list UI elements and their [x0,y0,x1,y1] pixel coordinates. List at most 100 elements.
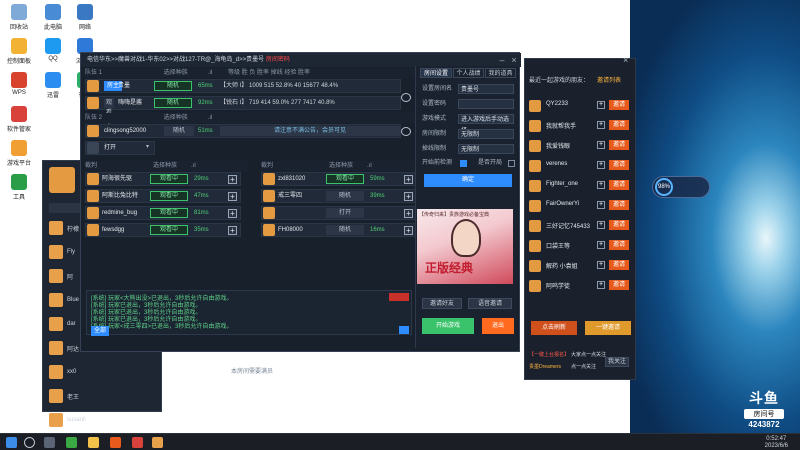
referee-slot[interactable]: FH08000 随机 16ms + [261,223,417,237]
race-select[interactable]: 观看中 [150,191,188,201]
friend-list-item[interactable]: 老王 [49,389,159,407]
add-icon[interactable]: + [404,192,413,201]
setting-input[interactable]: 贵墨号 [458,84,514,94]
desktop-icon[interactable]: 网络 [70,4,100,31]
folder-icon[interactable] [88,437,99,448]
desktop-icon[interactable]: WPS [4,72,34,96]
open-slot[interactable]: 打开 ▾ [85,141,155,155]
start-game-button[interactable]: 开始游戏 [422,318,474,334]
referee-slot[interactable]: 阿海很先驱 观看中 29ms + [85,172,241,186]
minimize-icon[interactable]: – [497,55,507,65]
add-friend-icon[interactable]: + [597,241,605,249]
add-friend-icon[interactable]: + [597,221,605,229]
referee-slot[interactable]: redmine_bug 观看中 81ms + [85,206,241,220]
chat-channel-button[interactable]: 全部 [91,326,110,336]
player-slot[interactable]: 房主 贵墨 随机 65ms 【大师 I】 1009 515 52.8% 40 15677… [85,79,401,93]
warcraft-icon[interactable] [152,437,163,448]
confirm-button[interactable]: 确定 [424,174,512,187]
app-icon[interactable] [132,437,143,448]
race-select[interactable]: 随机 [326,191,364,201]
invite-button[interactable]: 邀请 [609,200,629,210]
tab-my-items[interactable]: 我的道具 [485,68,516,78]
referee-slot[interactable]: zxl831020 观看中 59ms + [261,172,417,186]
setting-input[interactable]: 无限制 [458,129,514,139]
referee-slot[interactable]: 戒三零四 随机 39ms + [261,189,417,203]
ad-banner[interactable]: 【传奇归来】贵族游戏必备宝典 正版经典 [417,209,513,284]
friend-list-item[interactable]: xx0 [49,365,159,383]
check-before-start-checkbox[interactable] [460,160,467,167]
exit-button[interactable]: 退出 [482,318,514,334]
referee-slot[interactable]: 阿斯比兔比特 观看中 47ms + [85,189,241,203]
invite-button[interactable]: 邀请 [609,100,629,110]
add-icon[interactable]: + [228,175,237,184]
race-select[interactable]: 随机 [154,98,192,108]
invite-button[interactable]: 邀请 [609,220,629,230]
add-icon[interactable]: + [404,209,413,218]
race-select[interactable]: 观看中 [150,174,188,184]
add-icon[interactable]: + [404,175,413,184]
tab-room-settings[interactable]: 房间设置 [420,68,452,78]
desktop-icon[interactable]: 游戏平台 [4,140,34,167]
avatar[interactable] [49,167,75,193]
open-checkbox[interactable] [508,160,515,167]
add-friend-icon[interactable]: + [597,101,605,109]
tab-personal-record[interactable]: 个人战绩 [453,68,484,78]
desktop-icon[interactable]: 控制面板 [4,38,34,65]
chat-close-icon[interactable] [389,293,409,301]
close-icon[interactable]: × [623,55,633,65]
task-view-icon[interactable] [44,437,55,448]
add-friend-icon[interactable]: + [597,121,605,129]
voice-invite-button[interactable]: 语音邀请 [468,298,512,309]
referee-slot[interactable]: 打开 + [261,206,417,220]
race-select[interactable]: 打开 [326,208,364,218]
setting-input[interactable]: 无限制 [458,144,514,154]
invite-button[interactable]: 邀请 [609,120,629,130]
race-select[interactable]: 观看中 [150,225,188,235]
race-select[interactable]: 观看中 [326,174,364,184]
setting-input[interactable]: 进入游戏后手动选择 [458,114,514,134]
add-icon[interactable]: + [404,226,413,235]
chevron-down-icon[interactable]: ▾ [146,143,149,150]
follow-button[interactable]: 我关注 [605,357,629,367]
search-icon[interactable] [24,437,35,448]
close-icon[interactable]: × [509,55,519,65]
desktop-icon[interactable]: 迅雷 [38,72,68,99]
invite-list-link[interactable]: 邀请列表 [597,75,621,84]
add-friend-icon[interactable]: + [597,161,605,169]
game-platform-icon[interactable] [110,437,121,448]
invite-button[interactable]: 邀请 [609,140,629,150]
add-friend-icon[interactable]: + [597,141,605,149]
desktop-icon[interactable]: QQ [38,38,68,62]
refresh-button[interactable]: 点击刷新 [531,321,577,335]
system-clock[interactable]: 0:52:47 2023/6/6 [765,436,788,450]
invite-button[interactable]: 邀请 [609,160,629,170]
setting-input[interactable] [458,99,514,109]
invite-button[interactable]: 邀请 [609,280,629,290]
player-slot[interactable]: clingsong52000 随机 51ms 请注意不满公告，会员可见 [85,124,401,138]
race-select[interactable]: 随机 [326,225,364,235]
invite-all-button[interactable]: 一键邀请 [585,321,631,335]
add-icon[interactable]: + [228,192,237,201]
referee-slot[interactable]: fewsdgg 观看中 35ms + [85,223,241,237]
chat-bubble-icon[interactable] [401,93,411,102]
invite-button[interactable]: 邀请 [609,260,629,270]
browser-icon[interactable] [66,437,77,448]
add-friend-icon[interactable]: + [597,181,605,189]
desktop-icon[interactable]: 软件管家 [4,106,34,133]
add-friend-icon[interactable]: + [597,201,605,209]
send-icon[interactable] [399,326,409,334]
player-slot[interactable]: 观看中嗨嗨是酱 随机 92ms 【锐石 I】 719 414 59.0% 277 74… [85,96,401,126]
desktop-icon[interactable]: 工具 [4,174,34,201]
desktop-icon[interactable]: 此电脑 [38,4,68,31]
race-select[interactable]: 随机 [164,126,194,136]
windows-start-icon[interactable] [6,437,17,448]
add-friend-icon[interactable]: + [597,281,605,289]
invite-button[interactable]: 邀请 [609,180,629,190]
friend-list-item[interactable]: susanli [49,413,159,431]
desktop-icon[interactable]: 回收站 [4,4,34,31]
invite-friends-button[interactable]: 邀请好友 [422,298,462,309]
add-icon[interactable]: + [228,209,237,218]
add-friend-icon[interactable]: + [597,261,605,269]
invite-button[interactable]: 邀请 [609,240,629,250]
add-icon[interactable]: + [228,226,237,235]
